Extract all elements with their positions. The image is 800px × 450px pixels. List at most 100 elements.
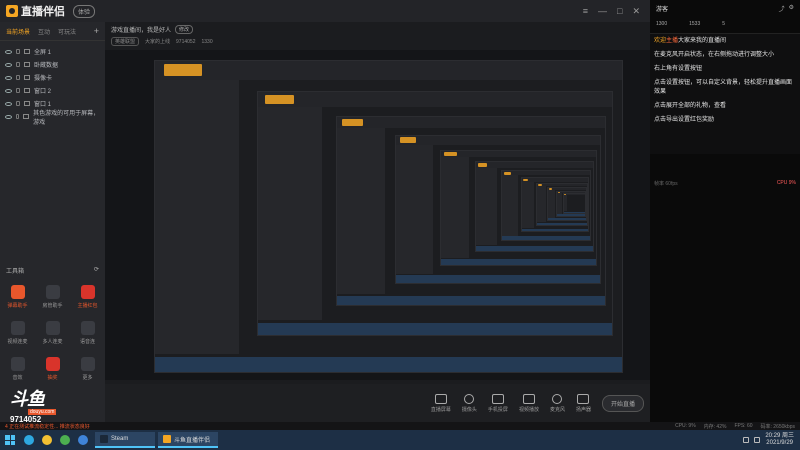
- minimize-icon[interactable]: —: [598, 6, 607, 17]
- tab-interaction[interactable]: 互动: [38, 27, 50, 36]
- taskbar-app[interactable]: [38, 430, 56, 450]
- source-label: 其色游戏的可用于屏幕，游戏: [33, 110, 100, 126]
- source-item[interactable]: 摄像卡: [0, 71, 105, 84]
- tool-video-link[interactable]: 视频连麦: [0, 321, 35, 345]
- source-item[interactable]: 窗口 2: [0, 84, 105, 97]
- douyu-icon: [163, 435, 171, 443]
- tool-more[interactable]: 更多: [70, 357, 105, 381]
- windows-icon: [5, 435, 15, 445]
- sound-icon: [10, 357, 25, 371]
- message-text: 点击导出设置红包奖励: [654, 117, 715, 123]
- clock-date: 2021/9/29: [766, 440, 793, 446]
- tool-label: 视频连麦: [7, 339, 28, 345]
- eye-icon[interactable]: [5, 88, 12, 93]
- eye-icon[interactable]: [5, 62, 12, 67]
- viewer-info: 游客 1300 1533 5 ⤴ ⚙: [650, 0, 800, 34]
- watermark-brand: 斗鱼: [10, 389, 45, 409]
- control-label: 视频播放: [518, 406, 539, 413]
- maximize-icon[interactable]: □: [617, 6, 622, 17]
- tool-label: 主播红包: [77, 303, 98, 309]
- toolbox-title: 工具箱: [6, 269, 25, 275]
- tool-sound[interactable]: 音效: [0, 357, 35, 381]
- toolbox-header: 工具箱 ⟳: [0, 262, 105, 279]
- control-video-play[interactable]: 视频播放: [518, 393, 539, 413]
- edit-title-button[interactable]: 修改: [175, 25, 194, 34]
- tool-barrage[interactable]: 弹幕助手: [0, 285, 35, 309]
- window-icon: [24, 88, 30, 93]
- stream-title-row: 游戏直播间，我是好人 修改: [111, 25, 644, 34]
- tool-label: 更多: [82, 375, 93, 381]
- eye-icon[interactable]: [5, 101, 12, 106]
- lock-icon[interactable]: [16, 49, 20, 54]
- source-item[interactable]: 卧蔵数据: [0, 58, 105, 71]
- viewer-name: 游客: [656, 7, 669, 13]
- lock-icon[interactable]: [16, 88, 20, 93]
- lock-icon[interactable]: [15, 114, 20, 119]
- lock-icon[interactable]: [16, 75, 20, 80]
- tab-playables[interactable]: 可玩法: [58, 27, 76, 36]
- category-selector[interactable]: 英雄联盟: [111, 37, 140, 46]
- taskbar-window-douyu[interactable]: 斗鱼直播伴侣: [158, 432, 218, 448]
- fans-count: 1330: [201, 38, 213, 45]
- tab-current-scene[interactable]: 当前场景: [6, 27, 30, 36]
- add-source-button[interactable]: +: [94, 26, 99, 36]
- chat-messages: 欢迎主播大家来我的直播间 在麦克风开启状态，在右侧拖动进行调整大小 右上角有设置…: [650, 34, 800, 154]
- window-label: 斗鱼直播伴侣: [174, 437, 211, 444]
- window-controls: ≡ — □ ✕: [583, 6, 650, 17]
- sidebar-tabs: 当前场景 互动 可玩法 +: [0, 22, 105, 41]
- lock-icon[interactable]: [16, 101, 20, 106]
- stream-header: 游戏直播间，我是好人 修改 英雄联盟 大家的上线 9714052 1330: [105, 22, 650, 46]
- volume-icon[interactable]: [754, 437, 761, 443]
- clock-time: 20:29 周三: [765, 433, 794, 439]
- control-camera[interactable]: 摄像头: [461, 393, 477, 413]
- source-item[interactable]: 其色游戏的可用于屏幕，游戏: [0, 110, 105, 126]
- chat-panel: 游客 1300 1533 5 ⤴ ⚙ 欢迎主播大家来我的直播间 在麦克风开启状态…: [650, 0, 800, 422]
- control-label: 摄像头: [461, 406, 477, 413]
- taskbar-app[interactable]: [74, 430, 92, 450]
- fps-readout: 帧率 60fps: [654, 181, 678, 187]
- chrome-icon: [60, 435, 70, 445]
- control-mic[interactable]: 麦克风: [549, 393, 565, 413]
- camera-icon: [24, 75, 30, 80]
- taskbar-window-steam[interactable]: Steam: [95, 432, 155, 448]
- toolbox: 工具箱 ⟳ 弹幕助手 房管助手 主播红包 视频连麦 多人连麦 语音连 音效 抽奖…: [0, 262, 105, 381]
- tool-multi-link[interactable]: 多人连麦: [35, 321, 70, 345]
- tool-voice[interactable]: 语音连: [70, 321, 105, 345]
- camera-icon: [464, 393, 475, 404]
- refresh-icon[interactable]: ⟳: [94, 266, 99, 275]
- taskbar-app[interactable]: [20, 430, 38, 450]
- version-badge[interactable]: 体验: [73, 4, 96, 18]
- eye-icon[interactable]: [5, 49, 12, 54]
- eye-icon[interactable]: [5, 75, 12, 80]
- lock-icon[interactable]: [16, 62, 20, 67]
- status-metric: CPU: 9%: [675, 422, 696, 429]
- source-label: 全屏 1: [34, 50, 52, 56]
- tool-label: 语音连: [79, 339, 95, 345]
- tool-manager[interactable]: 房管助手: [35, 285, 70, 309]
- chat-message: 右上角有设置按钮: [654, 65, 796, 74]
- eye-icon[interactable]: [5, 114, 12, 119]
- network-icon[interactable]: [743, 437, 750, 443]
- taskbar-app[interactable]: [56, 430, 74, 450]
- message-nick: 欢迎: [654, 38, 667, 44]
- control-phone-cast[interactable]: 手机投屏: [488, 393, 508, 413]
- control-speaker[interactable]: 扬声器: [576, 393, 591, 413]
- tool-lottery[interactable]: 抽奖: [35, 357, 70, 381]
- settings-icon[interactable]: ⚙: [789, 4, 794, 13]
- start-button[interactable]: [0, 430, 20, 450]
- close-icon[interactable]: ✕: [632, 6, 640, 17]
- message-highlight: 主播: [666, 38, 679, 44]
- control-screen[interactable]: 直播屏幕: [431, 393, 451, 413]
- source-label: 摄像卡: [34, 76, 53, 82]
- menu-icon[interactable]: ≡: [583, 6, 588, 17]
- tool-redpack[interactable]: 主播红包: [70, 285, 105, 309]
- title-bar: 直播伴侣 体验 ≡ — □ ✕: [0, 0, 650, 22]
- tool-label: 弹幕助手: [7, 303, 28, 309]
- source-item[interactable]: 全屏 1: [0, 45, 105, 58]
- mic-icon: [552, 393, 563, 404]
- share-icon[interactable]: ⤴: [779, 4, 785, 13]
- stream-preview-canvas[interactable]: [105, 50, 650, 380]
- start-stream-button[interactable]: 开始直播: [601, 394, 644, 412]
- control-label: 麦克风: [549, 406, 565, 413]
- clock[interactable]: 20:29 周三 2021/9/29: [765, 433, 794, 447]
